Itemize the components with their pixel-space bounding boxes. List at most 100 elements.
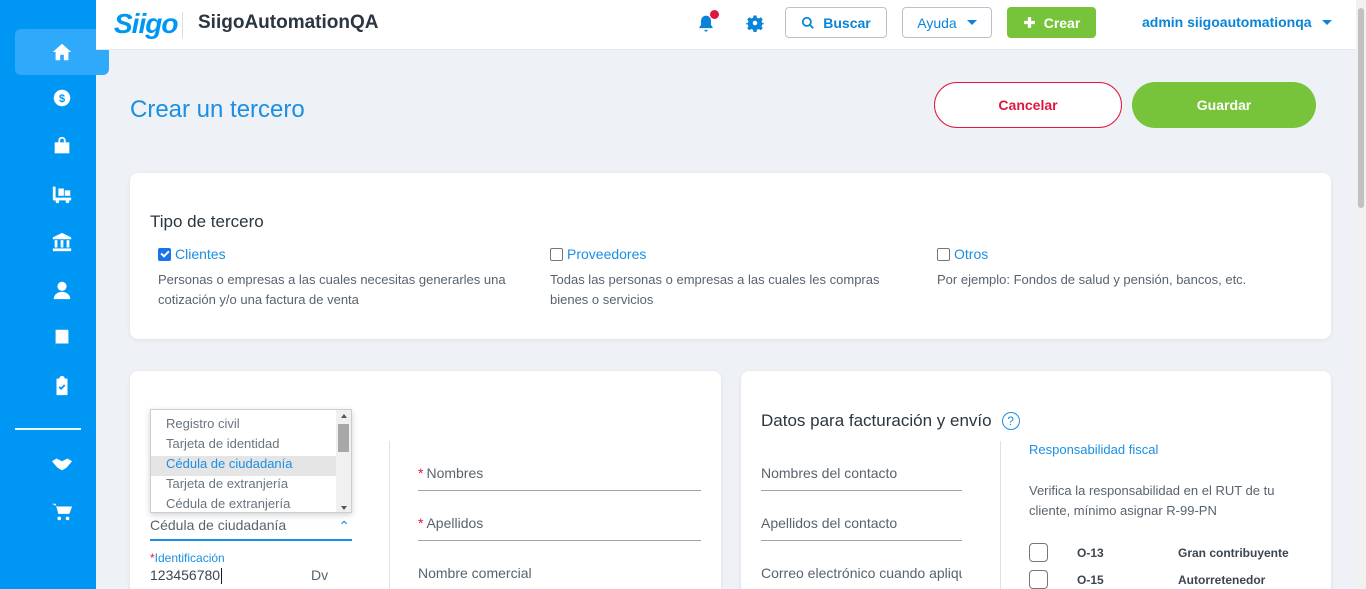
sidebar-divider: [15, 428, 81, 430]
contact-email-field[interactable]: Correo electrónico cuando aplique: [761, 565, 962, 589]
dropdown-scrollbar-thumb[interactable]: [338, 424, 349, 452]
gear-icon[interactable]: [746, 14, 764, 32]
responsibility-name: Autorretenedor: [1178, 572, 1266, 587]
page-scrollbar-thumb[interactable]: [1358, 8, 1364, 208]
user-icon: [53, 281, 71, 300]
apellidos-label: Apellidos: [426, 515, 484, 531]
document-type-option[interactable]: Tarjeta de extranjería: [151, 476, 337, 496]
proveedores-label[interactable]: Proveedores: [567, 246, 646, 262]
siigo-logo[interactable]: Siigo: [114, 8, 178, 40]
fiscal-responsibility-title: Responsabilidad fiscal: [1029, 442, 1159, 457]
shopping-bag-icon: [54, 136, 70, 154]
fiscal-responsibility-description: Verifica la responsabilidad en el RUT de…: [1029, 483, 1275, 518]
billing-heading: Datos para facturación y envío ?: [761, 411, 1020, 431]
handshake-icon: [51, 458, 73, 471]
cancel-button[interactable]: Cancelar: [934, 82, 1122, 128]
responsibility-row: O-15 Autorretenedor: [1029, 570, 1265, 589]
apellidos-field[interactable]: * Apellidos: [418, 515, 701, 541]
dollar-icon: $: [53, 89, 71, 107]
help-menu-label: Ayuda: [917, 14, 957, 31]
responsibility-checkbox[interactable]: [1029, 543, 1048, 562]
clientes-checkbox[interactable]: [158, 247, 171, 261]
scroll-up-icon[interactable]: [341, 414, 347, 418]
scroll-down-icon[interactable]: [341, 506, 347, 510]
sidebar-item-store[interactable]: [15, 489, 109, 535]
logo-separator: [182, 12, 183, 38]
otros-label[interactable]: Otros: [954, 246, 988, 262]
svg-text:$: $: [59, 93, 65, 105]
document-type-option[interactable]: Registro civil: [151, 416, 337, 436]
document-type-option[interactable]: Cédula de extranjería: [151, 496, 337, 512]
top-bar: Siigo SiigoAutomationQA Buscar Ayuda Cre…: [96, 0, 1356, 50]
chevron-down-icon: [966, 20, 977, 25]
bank-icon: [52, 232, 72, 252]
clientes-description: Personas o empresas a las cuales necesit…: [158, 272, 506, 307]
document-type-option-selected[interactable]: Cédula de ciudadanía: [151, 456, 337, 476]
user-name: admin siigoautomationqa: [1142, 14, 1312, 30]
clipboard-check-icon: [56, 375, 68, 396]
nombres-label: Nombres: [426, 465, 484, 481]
responsibility-checkbox[interactable]: [1029, 570, 1048, 589]
document-type-options: Registro civil Tarjeta de identidad Cédu…: [151, 416, 337, 512]
sidebar: $: [0, 0, 109, 589]
otros-checkbox[interactable]: [937, 247, 950, 261]
contact-name-field[interactable]: Nombres del contacto: [761, 465, 962, 491]
search-button[interactable]: Buscar: [785, 7, 887, 38]
text-cursor: [221, 568, 223, 585]
option-proveedores: Proveedores Todas las personas o empresa…: [550, 246, 910, 310]
dv-field[interactable]: Dv: [311, 567, 328, 583]
required-mark: *: [418, 465, 424, 481]
column-divider: [389, 441, 390, 589]
sidebar-item-tasks[interactable]: [15, 363, 109, 409]
identification-input[interactable]: 123456780: [150, 567, 223, 585]
sidebar-item-partners[interactable]: [15, 441, 109, 487]
nombre-comercial-label: Nombre comercial: [418, 565, 532, 581]
document-type-option[interactable]: Tarjeta de identidad: [151, 436, 337, 456]
otros-description: Por ejemplo: Fondos de salud y pensión, …: [937, 272, 1247, 287]
user-menu[interactable]: admin siigoautomationqa: [1142, 14, 1332, 30]
sidebar-item-finance[interactable]: $: [15, 75, 109, 121]
third-party-type-heading: Tipo de tercero: [150, 212, 264, 231]
sidebar-item-purchases[interactable]: [15, 171, 109, 217]
column-divider: [1000, 441, 1001, 589]
company-name: SiigoAutomationQA: [198, 12, 379, 33]
responsibility-row: O-13 Gran contribuyente: [1029, 543, 1289, 562]
cart-forklift-icon: [52, 186, 72, 204]
shopping-cart-icon: [51, 503, 73, 521]
sidebar-item-accounting[interactable]: [15, 315, 109, 361]
option-clientes: Clientes Personas o empresas a las cuale…: [158, 246, 538, 310]
dropdown-scrollbar[interactable]: [336, 410, 351, 512]
sidebar-item-home[interactable]: [15, 29, 109, 75]
search-icon: [802, 16, 815, 29]
home-icon: [52, 43, 72, 61]
responsibility-name: Gran contribuyente: [1178, 545, 1289, 560]
help-circle-icon[interactable]: ?: [1001, 412, 1020, 430]
responsibility-code: O-13: [1077, 545, 1104, 560]
proveedores-checkbox[interactable]: [550, 247, 563, 261]
create-button[interactable]: Crear: [1007, 7, 1096, 38]
contact-lastname-field[interactable]: Apellidos del contacto: [761, 515, 962, 541]
search-button-label: Buscar: [823, 14, 871, 31]
identification-value: 123456780: [150, 567, 221, 583]
save-button[interactable]: Guardar: [1132, 82, 1316, 128]
document-type-value: Cédula de ciudadanía: [150, 517, 287, 533]
sidebar-item-bank[interactable]: [15, 219, 109, 265]
billing-shipping-card: Datos para facturación y envío ? Nombres…: [741, 371, 1331, 589]
nombre-comercial-field[interactable]: Nombre comercial: [418, 565, 701, 589]
book-icon: [55, 329, 69, 348]
sidebar-item-employees[interactable]: [15, 267, 109, 313]
option-otros: Otros Por ejemplo: Fondos de salud y pen…: [937, 246, 1317, 290]
sidebar-item-sales[interactable]: [15, 123, 109, 169]
chevron-down-icon: [1321, 19, 1332, 25]
plus-icon: [1023, 17, 1035, 28]
clientes-label[interactable]: Clientes: [175, 246, 226, 262]
identification-label: *Identificación: [150, 551, 225, 565]
help-menu-button[interactable]: Ayuda: [902, 7, 992, 38]
responsibility-code: O-15: [1077, 572, 1104, 587]
document-type-select[interactable]: Cédula de ciudadanía ⌃: [150, 517, 352, 541]
proveedores-description: Todas las personas o empresas a las cual…: [550, 272, 880, 307]
chevron-up-icon: ⌃: [338, 518, 350, 534]
billing-heading-text: Datos para facturación y envío: [761, 411, 992, 430]
document-type-dropdown[interactable]: Registro civil Tarjeta de identidad Cédu…: [150, 409, 352, 513]
nombres-field[interactable]: * Nombres: [418, 465, 701, 491]
